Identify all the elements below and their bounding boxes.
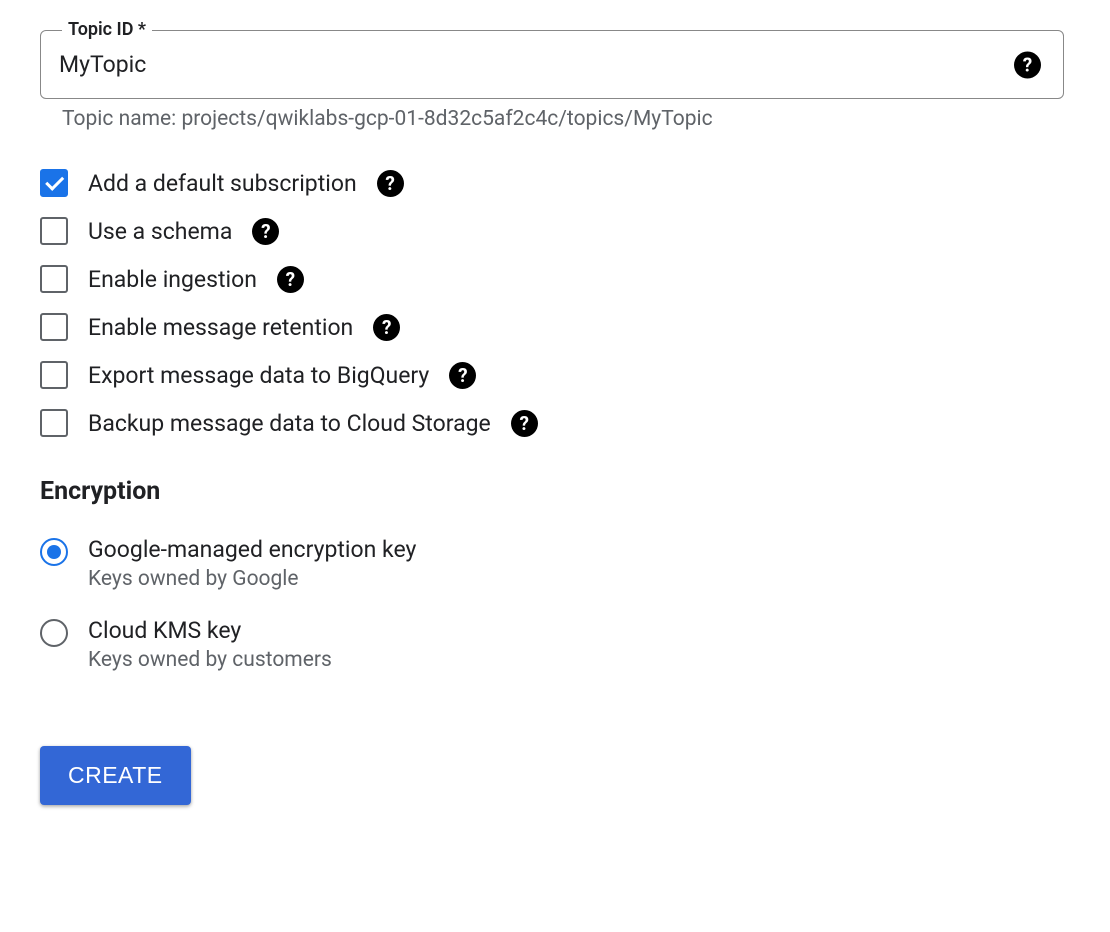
checkbox-row-export-bigquery: Export message data to BigQuery ?: [40, 361, 1064, 389]
radio-content-google-key: Google-managed encryption key Keys owned…: [88, 536, 416, 591]
radio-google-key[interactable]: [40, 538, 68, 566]
radio-sublabel-kms-key: Keys owned by customers: [88, 648, 332, 672]
radio-row-google-key: Google-managed encryption key Keys owned…: [40, 536, 1064, 591]
checkbox-use-schema[interactable]: [40, 217, 68, 245]
encryption-section-title: Encryption: [40, 477, 1064, 506]
checkbox-row-enable-ingestion: Enable ingestion ?: [40, 265, 1064, 293]
checkbox-enable-ingestion[interactable]: [40, 265, 68, 293]
topic-id-label: Topic ID *: [62, 19, 152, 40]
radio-row-kms-key: Cloud KMS key Keys owned by customers: [40, 617, 1064, 672]
radio-label-kms-key: Cloud KMS key: [88, 617, 332, 644]
radio-sublabel-google-key: Keys owned by Google: [88, 567, 416, 591]
checkbox-backup-storage[interactable]: [40, 409, 68, 437]
checkbox-label-backup-storage: Backup message data to Cloud Storage: [88, 410, 491, 437]
help-icon[interactable]: ?: [377, 170, 404, 197]
radio-label-google-key: Google-managed encryption key: [88, 536, 416, 563]
checkbox-row-use-schema: Use a schema ?: [40, 217, 1064, 245]
create-button[interactable]: CREATE: [40, 746, 191, 805]
checkbox-label-export-bigquery: Export message data to BigQuery: [88, 362, 429, 389]
checkbox-export-bigquery[interactable]: [40, 361, 68, 389]
checkbox-label-enable-ingestion: Enable ingestion: [88, 266, 257, 293]
topic-id-input[interactable]: MyTopic ?: [40, 30, 1064, 99]
checkbox-row-default-subscription: Add a default subscription ?: [40, 169, 1064, 197]
help-icon[interactable]: ?: [511, 410, 538, 437]
checkbox-label-default-subscription: Add a default subscription: [88, 170, 357, 197]
help-icon[interactable]: ?: [252, 218, 279, 245]
checkbox-row-enable-retention: Enable message retention ?: [40, 313, 1064, 341]
help-icon[interactable]: ?: [277, 266, 304, 293]
checkbox-label-use-schema: Use a schema: [88, 218, 232, 245]
checkbox-row-backup-storage: Backup message data to Cloud Storage ?: [40, 409, 1064, 437]
topic-name-helper: Topic name: projects/qwiklabs-gcp-01-8d3…: [62, 107, 1064, 131]
help-icon[interactable]: ?: [449, 362, 476, 389]
help-icon[interactable]: ?: [373, 314, 400, 341]
checkbox-enable-retention[interactable]: [40, 313, 68, 341]
checkbox-default-subscription[interactable]: [40, 169, 68, 197]
topic-id-field-wrapper: Topic ID * MyTopic ?: [40, 30, 1064, 99]
radio-kms-key[interactable]: [40, 619, 68, 647]
radio-content-kms-key: Cloud KMS key Keys owned by customers: [88, 617, 332, 672]
checkbox-label-enable-retention: Enable message retention: [88, 314, 353, 341]
create-topic-form: Topic ID * MyTopic ? Topic name: project…: [40, 30, 1064, 805]
help-icon[interactable]: ?: [1014, 51, 1041, 78]
topic-id-value: MyTopic: [59, 51, 146, 78]
